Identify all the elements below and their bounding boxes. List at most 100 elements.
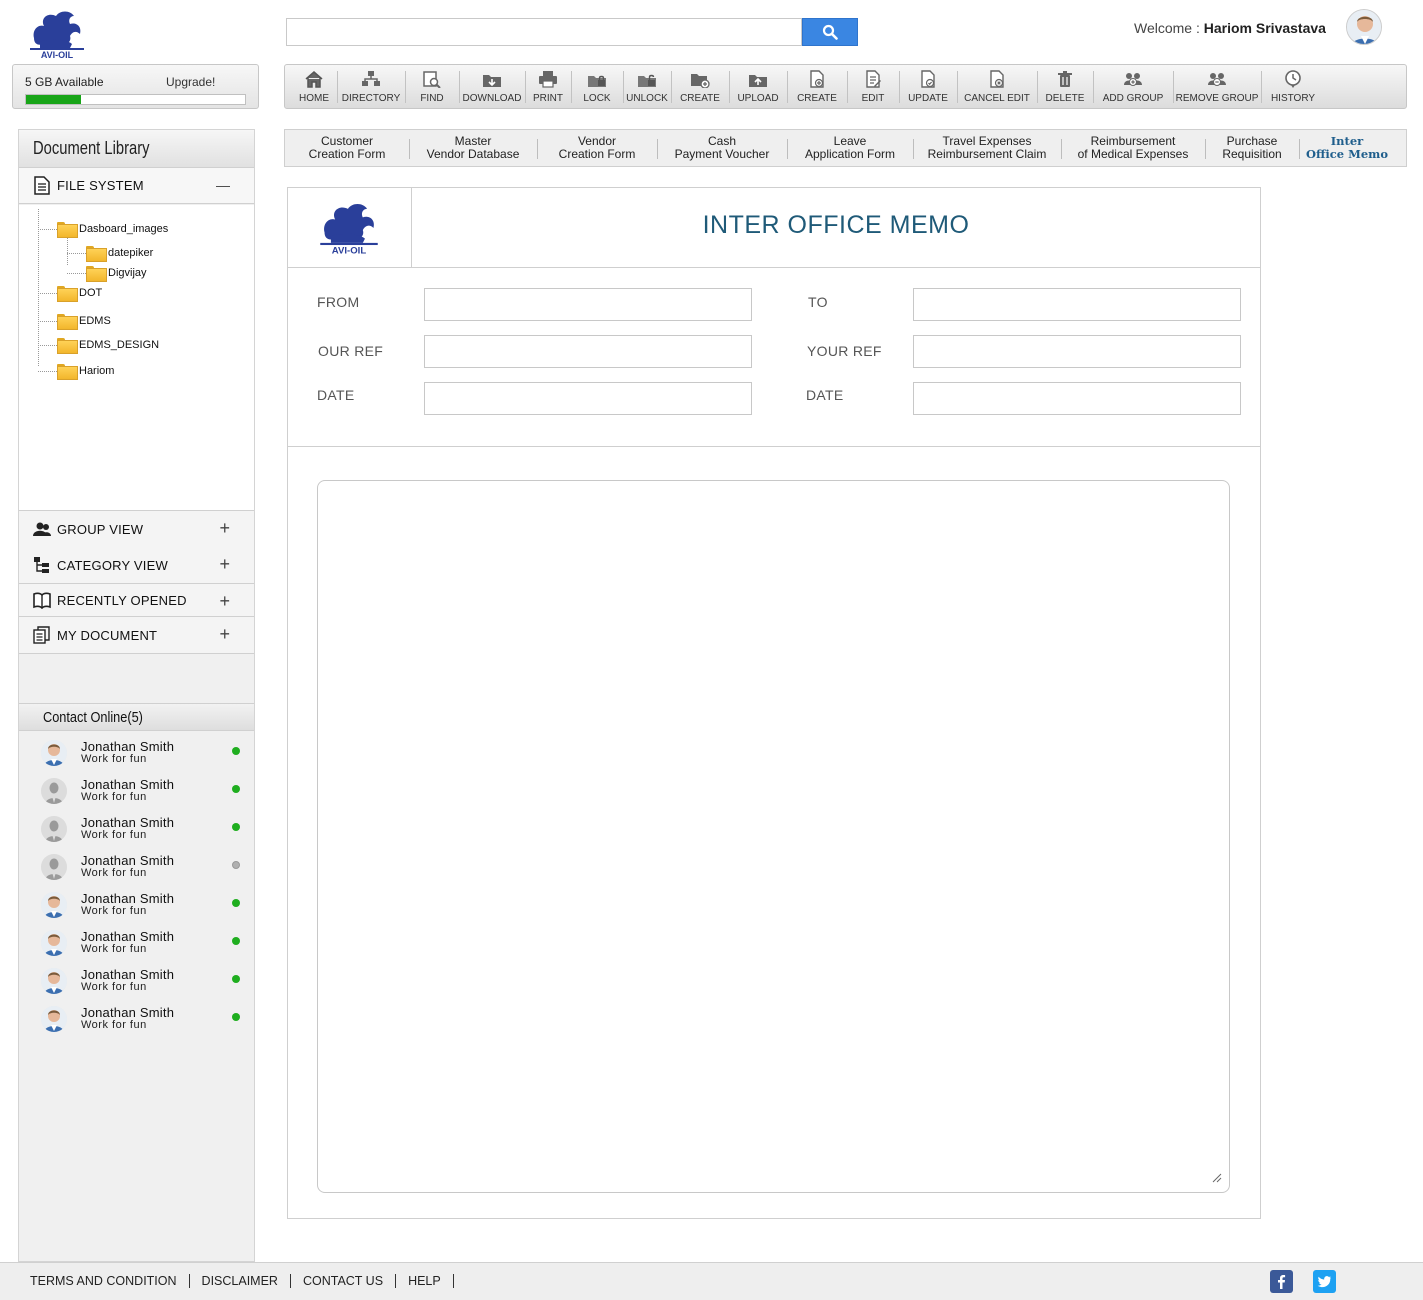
toolbar-delete-button[interactable]: DELETE	[1037, 65, 1093, 108]
user-name: Hariom Srivastava	[1203, 20, 1326, 36]
welcome-prefix: Welcome :	[1134, 20, 1204, 36]
user-avatar[interactable]	[1346, 9, 1382, 45]
collapse-icon[interactable]: —	[216, 176, 230, 194]
date-right-input[interactable]	[913, 382, 1241, 415]
toolbar-label: CREATE	[797, 93, 837, 104]
toolbar-unlock-button[interactable]: UNLOCK	[623, 65, 671, 108]
sidebar-section-my-document[interactable]: MY DOCUMENT +	[19, 617, 254, 654]
sidebar-section-label: CATEGORY VIEW	[57, 557, 168, 573]
folder-node[interactable]: DOT	[57, 286, 102, 302]
tab-vendor-database[interactable]: Master Vendor Database	[409, 130, 537, 166]
toolbar-lock-button[interactable]: LOCK	[571, 65, 623, 108]
footer-link-terms-and-condition[interactable]: TERMS AND CONDITION	[18, 1274, 190, 1288]
tree-line	[38, 209, 39, 366]
contact-avatar	[41, 778, 67, 804]
toolbar-print-button[interactable]: PRINT	[525, 65, 571, 108]
contacts-header: Contact Online(5)	[19, 703, 254, 731]
tab-creation-form[interactable]: Vendor Creation Form	[537, 130, 657, 166]
search-input[interactable]	[286, 18, 802, 46]
contact-item[interactable]: Jonathan Smith Work for fun	[41, 815, 246, 851]
resize-grip-icon[interactable]	[1210, 1171, 1222, 1183]
folder-icon	[86, 266, 107, 282]
group-icon	[32, 519, 52, 539]
welcome-text: Welcome : Hariom Srivastava	[1134, 20, 1326, 36]
tab-reimbursement-claim[interactable]: Travel Expenses Reimbursement Claim	[913, 130, 1061, 166]
toolbar-directory-button[interactable]: DIRECTORY	[337, 65, 405, 108]
folder-label: Digvijay	[108, 267, 147, 279]
upgrade-link[interactable]: Upgrade!	[166, 75, 215, 89]
expand-icon[interactable]: +	[219, 555, 230, 573]
footer-link-contact-us[interactable]: CONTACT US	[291, 1274, 397, 1288]
toolbar-home-button[interactable]: HOME	[291, 65, 337, 108]
contact-item[interactable]: Jonathan Smith Work for fun	[41, 853, 246, 889]
contact-avatar	[41, 816, 67, 842]
tab-office-memo[interactable]: Inter Office Memo	[1299, 130, 1395, 166]
facebook-link[interactable]	[1270, 1270, 1293, 1293]
toolbar-cancel-edit-button[interactable]: CANCEL EDIT	[957, 65, 1037, 108]
sidebar-section-recently-opened[interactable]: RECENTLY OPENED +	[19, 584, 254, 617]
contact-item[interactable]: Jonathan Smith Work for fun	[41, 739, 246, 775]
toolbar-create-button[interactable]: CREATE	[671, 65, 729, 108]
memo-header: AVI-OIL INTER OFFICE MEMO	[288, 188, 1260, 268]
toolbar-edit-button[interactable]: EDIT	[847, 65, 899, 108]
folder-node[interactable]: datepiker	[86, 246, 153, 262]
your-ref-label: YOUR REF	[807, 343, 882, 359]
sidebar-section-group-view[interactable]: GROUP VIEW +	[19, 511, 254, 548]
tab-requisition[interactable]: Purchase Requisition	[1205, 130, 1299, 166]
tree-line	[38, 321, 57, 322]
toolbar-find-button[interactable]: FIND	[405, 65, 459, 108]
from-input[interactable]	[424, 288, 752, 321]
tab-creation-form[interactable]: Customer Creation Form	[285, 130, 409, 166]
contact-item[interactable]: Jonathan Smith Work for fun	[41, 1005, 246, 1041]
contact-name: Jonathan Smith	[81, 777, 175, 792]
contact-status: Work for fun	[81, 791, 147, 803]
toolbar-download-button[interactable]: DOWNLOAD	[459, 65, 525, 108]
contact-item[interactable]: Jonathan Smith Work for fun	[41, 891, 246, 927]
offline-indicator	[232, 861, 240, 869]
search-button[interactable]	[802, 18, 858, 46]
toolbar-remove-group-button[interactable]: REMOVE GROUP	[1173, 65, 1261, 108]
folder-icon	[57, 222, 78, 238]
contact-avatar	[41, 968, 67, 994]
toolbar-history-button[interactable]: HISTORY	[1261, 65, 1325, 108]
our-ref-input[interactable]	[424, 335, 752, 368]
tab-application-form[interactable]: Leave Application Form	[787, 130, 913, 166]
expand-icon[interactable]: +	[219, 519, 230, 537]
to-input[interactable]	[913, 288, 1241, 321]
contact-item[interactable]: Jonathan Smith Work for fun	[41, 929, 246, 965]
tab-payment-voucher[interactable]: Cash Payment Voucher	[657, 130, 787, 166]
footer-link-help[interactable]: HELP	[396, 1274, 454, 1288]
sidebar-section-category-view[interactable]: CATEGORY VIEW +	[19, 547, 254, 584]
contact-avatar	[41, 854, 67, 880]
your-ref-input[interactable]	[913, 335, 1241, 368]
memo-body-textarea[interactable]	[317, 480, 1230, 1193]
toolbar-upload-button[interactable]: UPLOAD	[729, 65, 787, 108]
file-system-header[interactable]: FILE SYSTEM —	[19, 168, 254, 204]
update-icon	[921, 70, 935, 88]
brand-logo[interactable]: AVI-OIL	[26, 8, 88, 60]
folder-node[interactable]: Digvijay	[86, 266, 147, 282]
expand-icon[interactable]: +	[219, 592, 230, 610]
folder-node[interactable]: Hariom	[57, 364, 114, 380]
contact-item[interactable]: Jonathan Smith Work for fun	[41, 777, 246, 813]
create-document-icon	[810, 70, 824, 88]
toolbar-create-button-2[interactable]: CREATE	[787, 65, 847, 108]
folder-node[interactable]: EDMS_DESIGN	[57, 338, 159, 354]
contact-status: Work for fun	[81, 981, 147, 993]
download-icon	[483, 75, 501, 87]
toolbar-add-group-button[interactable]: ADD GROUP	[1093, 65, 1173, 108]
tab-label-line2: Office Memo	[1305, 147, 1389, 161]
expand-icon[interactable]: +	[219, 625, 230, 643]
tab-of-medical-expenses[interactable]: Reimbursement of Medical Expenses	[1061, 130, 1205, 166]
footer-link-disclaimer[interactable]: DISCLAIMER	[190, 1274, 291, 1288]
folder-node[interactable]: Dasboard_images	[57, 222, 168, 238]
date-left-input[interactable]	[424, 382, 752, 415]
twitter-link[interactable]	[1313, 1270, 1336, 1293]
svg-text:AVI-OIL: AVI-OIL	[332, 246, 367, 256]
contact-item[interactable]: Jonathan Smith Work for fun	[41, 967, 246, 1003]
toolbar-label: UNLOCK	[626, 93, 668, 104]
sidebar: Document Library FILE SYSTEM — Dasboard_…	[18, 129, 255, 1262]
folder-node[interactable]: EDMS	[57, 314, 111, 330]
online-indicator	[232, 899, 240, 907]
toolbar-update-button[interactable]: UPDATE	[899, 65, 957, 108]
